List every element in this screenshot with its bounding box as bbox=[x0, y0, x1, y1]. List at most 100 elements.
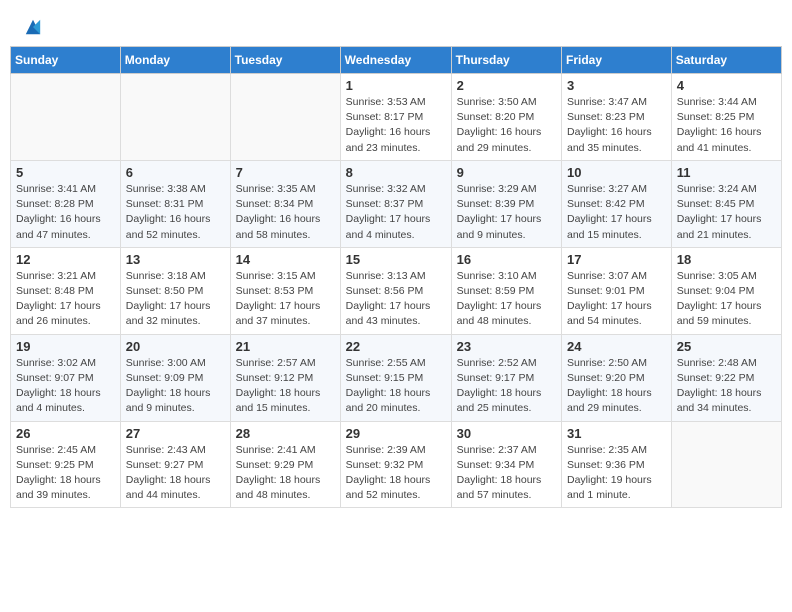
calendar-cell: 21 Sunrise: 2:57 AM Sunset: 9:12 PM Dayli… bbox=[230, 334, 340, 421]
day-header-tuesday: Tuesday bbox=[230, 47, 340, 74]
day-info: Sunrise: 2:52 AM Sunset: 9:17 PM Dayligh… bbox=[457, 356, 556, 417]
day-info: Sunrise: 3:24 AM Sunset: 8:45 PM Dayligh… bbox=[677, 182, 776, 243]
day-number: 18 bbox=[677, 252, 776, 267]
day-number: 12 bbox=[16, 252, 115, 267]
day-number: 8 bbox=[346, 165, 446, 180]
day-info: Sunrise: 3:18 AM Sunset: 8:50 PM Dayligh… bbox=[126, 269, 225, 330]
day-number: 11 bbox=[677, 165, 776, 180]
logo-icon bbox=[24, 18, 42, 36]
day-header-monday: Monday bbox=[120, 47, 230, 74]
day-number: 29 bbox=[346, 426, 446, 441]
calendar-cell: 25 Sunrise: 2:48 AM Sunset: 9:22 PM Dayli… bbox=[671, 334, 781, 421]
calendar-cell: 23 Sunrise: 2:52 AM Sunset: 9:17 PM Dayli… bbox=[451, 334, 561, 421]
page-header bbox=[10, 10, 782, 46]
day-info: Sunrise: 2:37 AM Sunset: 9:34 PM Dayligh… bbox=[457, 443, 556, 504]
day-info: Sunrise: 2:48 AM Sunset: 9:22 PM Dayligh… bbox=[677, 356, 776, 417]
day-header-saturday: Saturday bbox=[671, 47, 781, 74]
calendar-cell: 5 Sunrise: 3:41 AM Sunset: 8:28 PM Daylig… bbox=[11, 160, 121, 247]
day-number: 13 bbox=[126, 252, 225, 267]
day-number: 23 bbox=[457, 339, 556, 354]
day-number: 24 bbox=[567, 339, 666, 354]
calendar-cell: 19 Sunrise: 3:02 AM Sunset: 9:07 PM Dayli… bbox=[11, 334, 121, 421]
day-info: Sunrise: 2:50 AM Sunset: 9:20 PM Dayligh… bbox=[567, 356, 666, 417]
day-number: 17 bbox=[567, 252, 666, 267]
day-info: Sunrise: 3:02 AM Sunset: 9:07 PM Dayligh… bbox=[16, 356, 115, 417]
day-info: Sunrise: 2:43 AM Sunset: 9:27 PM Dayligh… bbox=[126, 443, 225, 504]
day-number: 26 bbox=[16, 426, 115, 441]
day-info: Sunrise: 2:55 AM Sunset: 9:15 PM Dayligh… bbox=[346, 356, 446, 417]
day-header-wednesday: Wednesday bbox=[340, 47, 451, 74]
day-info: Sunrise: 3:35 AM Sunset: 8:34 PM Dayligh… bbox=[236, 182, 335, 243]
day-info: Sunrise: 3:10 AM Sunset: 8:59 PM Dayligh… bbox=[457, 269, 556, 330]
day-info: Sunrise: 3:00 AM Sunset: 9:09 PM Dayligh… bbox=[126, 356, 225, 417]
day-number: 27 bbox=[126, 426, 225, 441]
day-info: Sunrise: 3:27 AM Sunset: 8:42 PM Dayligh… bbox=[567, 182, 666, 243]
day-number: 25 bbox=[677, 339, 776, 354]
calendar-cell bbox=[11, 74, 121, 161]
day-info: Sunrise: 2:35 AM Sunset: 9:36 PM Dayligh… bbox=[567, 443, 666, 504]
day-number: 1 bbox=[346, 78, 446, 93]
calendar-cell: 24 Sunrise: 2:50 AM Sunset: 9:20 PM Dayli… bbox=[562, 334, 672, 421]
calendar-cell: 15 Sunrise: 3:13 AM Sunset: 8:56 PM Dayli… bbox=[340, 247, 451, 334]
day-info: Sunrise: 3:41 AM Sunset: 8:28 PM Dayligh… bbox=[16, 182, 115, 243]
day-info: Sunrise: 3:21 AM Sunset: 8:48 PM Dayligh… bbox=[16, 269, 115, 330]
day-number: 20 bbox=[126, 339, 225, 354]
calendar-cell: 30 Sunrise: 2:37 AM Sunset: 9:34 PM Dayli… bbox=[451, 421, 561, 508]
day-number: 22 bbox=[346, 339, 446, 354]
calendar-cell: 10 Sunrise: 3:27 AM Sunset: 8:42 PM Dayli… bbox=[562, 160, 672, 247]
calendar-cell: 22 Sunrise: 2:55 AM Sunset: 9:15 PM Dayli… bbox=[340, 334, 451, 421]
day-number: 28 bbox=[236, 426, 335, 441]
day-info: Sunrise: 2:41 AM Sunset: 9:29 PM Dayligh… bbox=[236, 443, 335, 504]
calendar-cell: 18 Sunrise: 3:05 AM Sunset: 9:04 PM Dayli… bbox=[671, 247, 781, 334]
day-number: 19 bbox=[16, 339, 115, 354]
day-info: Sunrise: 3:47 AM Sunset: 8:23 PM Dayligh… bbox=[567, 95, 666, 156]
day-info: Sunrise: 3:32 AM Sunset: 8:37 PM Dayligh… bbox=[346, 182, 446, 243]
calendar-cell: 8 Sunrise: 3:32 AM Sunset: 8:37 PM Daylig… bbox=[340, 160, 451, 247]
day-number: 21 bbox=[236, 339, 335, 354]
calendar-cell: 29 Sunrise: 2:39 AM Sunset: 9:32 PM Dayli… bbox=[340, 421, 451, 508]
calendar-cell: 7 Sunrise: 3:35 AM Sunset: 8:34 PM Daylig… bbox=[230, 160, 340, 247]
day-number: 10 bbox=[567, 165, 666, 180]
day-info: Sunrise: 3:53 AM Sunset: 8:17 PM Dayligh… bbox=[346, 95, 446, 156]
day-number: 14 bbox=[236, 252, 335, 267]
calendar-cell: 11 Sunrise: 3:24 AM Sunset: 8:45 PM Dayli… bbox=[671, 160, 781, 247]
calendar-cell bbox=[230, 74, 340, 161]
day-number: 6 bbox=[126, 165, 225, 180]
logo bbox=[22, 18, 42, 36]
calendar-cell: 20 Sunrise: 3:00 AM Sunset: 9:09 PM Dayli… bbox=[120, 334, 230, 421]
day-number: 9 bbox=[457, 165, 556, 180]
calendar-cell bbox=[120, 74, 230, 161]
calendar-cell: 4Sunrise: 3:44 AM Sunset: 8:25 PM Daylig… bbox=[671, 74, 781, 161]
calendar-cell: 17Sunrise: 3:07 AM Sunset: 9:01 PM Dayli… bbox=[562, 247, 672, 334]
day-info: Sunrise: 3:29 AM Sunset: 8:39 PM Dayligh… bbox=[457, 182, 556, 243]
day-info: Sunrise: 3:50 AM Sunset: 8:20 PM Dayligh… bbox=[457, 95, 556, 156]
day-number: 30 bbox=[457, 426, 556, 441]
calendar-cell bbox=[671, 421, 781, 508]
calendar-cell: 28 Sunrise: 2:41 AM Sunset: 9:29 PM Dayli… bbox=[230, 421, 340, 508]
day-info: Sunrise: 3:15 AM Sunset: 8:53 PM Dayligh… bbox=[236, 269, 335, 330]
calendar-cell: 31Sunrise: 2:35 AM Sunset: 9:36 PM Dayli… bbox=[562, 421, 672, 508]
day-number: 3 bbox=[567, 78, 666, 93]
calendar-cell: 1 Sunrise: 3:53 AM Sunset: 8:17 PM Daylig… bbox=[340, 74, 451, 161]
day-number: 2 bbox=[457, 78, 556, 93]
day-number: 16 bbox=[457, 252, 556, 267]
calendar-cell: 9 Sunrise: 3:29 AM Sunset: 8:39 PM Daylig… bbox=[451, 160, 561, 247]
day-info: Sunrise: 3:05 AM Sunset: 9:04 PM Dayligh… bbox=[677, 269, 776, 330]
calendar-cell: 16 Sunrise: 3:10 AM Sunset: 8:59 PM Dayli… bbox=[451, 247, 561, 334]
day-header-sunday: Sunday bbox=[11, 47, 121, 74]
calendar-cell: 27 Sunrise: 2:43 AM Sunset: 9:27 PM Dayli… bbox=[120, 421, 230, 508]
calendar-cell: 14 Sunrise: 3:15 AM Sunset: 8:53 PM Dayli… bbox=[230, 247, 340, 334]
day-info: Sunrise: 2:39 AM Sunset: 9:32 PM Dayligh… bbox=[346, 443, 446, 504]
calendar-cell: 12 Sunrise: 3:21 AM Sunset: 8:48 PM Dayli… bbox=[11, 247, 121, 334]
day-number: 7 bbox=[236, 165, 335, 180]
day-number: 5 bbox=[16, 165, 115, 180]
day-info: Sunrise: 3:13 AM Sunset: 8:56 PM Dayligh… bbox=[346, 269, 446, 330]
day-info: Sunrise: 2:45 AM Sunset: 9:25 PM Dayligh… bbox=[16, 443, 115, 504]
calendar-cell: 13 Sunrise: 3:18 AM Sunset: 8:50 PM Dayli… bbox=[120, 247, 230, 334]
calendar-table: SundayMondayTuesdayWednesdayThursdayFrid… bbox=[10, 46, 782, 508]
day-number: 15 bbox=[346, 252, 446, 267]
day-header-friday: Friday bbox=[562, 47, 672, 74]
day-info: Sunrise: 3:38 AM Sunset: 8:31 PM Dayligh… bbox=[126, 182, 225, 243]
day-header-thursday: Thursday bbox=[451, 47, 561, 74]
day-info: Sunrise: 2:57 AM Sunset: 9:12 PM Dayligh… bbox=[236, 356, 335, 417]
